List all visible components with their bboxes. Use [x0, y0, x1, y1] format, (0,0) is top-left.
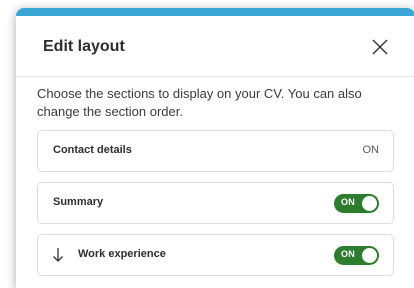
- section-status: ON: [362, 144, 380, 156]
- summary-toggle[interactable]: ON: [334, 194, 379, 213]
- section-label: Work experience: [78, 248, 166, 260]
- section-row-contact-details: Contact details ON: [37, 130, 394, 172]
- background-text-fragment: [0, 213, 14, 227]
- close-icon: [372, 39, 388, 55]
- modal-title: Edit layout: [43, 38, 125, 55]
- modal-intro-text: Choose the sections to display on your C…: [37, 86, 362, 119]
- arrow-down-icon[interactable]: [51, 246, 65, 264]
- edit-layout-modal: Edit layout Choose the sections to displ…: [16, 8, 414, 288]
- toggle-knob: [362, 248, 377, 263]
- close-button[interactable]: [369, 36, 391, 58]
- toggle-label: ON: [341, 249, 356, 259]
- background-text-fragment: [0, 199, 14, 213]
- arrow-down-icon-svg: [53, 248, 63, 262]
- toggle-label: ON: [341, 197, 356, 207]
- section-label: Summary: [53, 196, 104, 208]
- toggle-knob: [362, 196, 377, 211]
- background-text-fragment: [0, 185, 14, 199]
- section-row-summary: Summary ON: [37, 182, 394, 224]
- modal-header: Edit layout: [16, 16, 414, 77]
- work-experience-toggle[interactable]: ON: [334, 246, 379, 265]
- section-label: Contact details: [53, 144, 132, 156]
- modal-accent-bar: [16, 8, 414, 16]
- section-row-work-experience[interactable]: Work experience ON: [37, 234, 394, 276]
